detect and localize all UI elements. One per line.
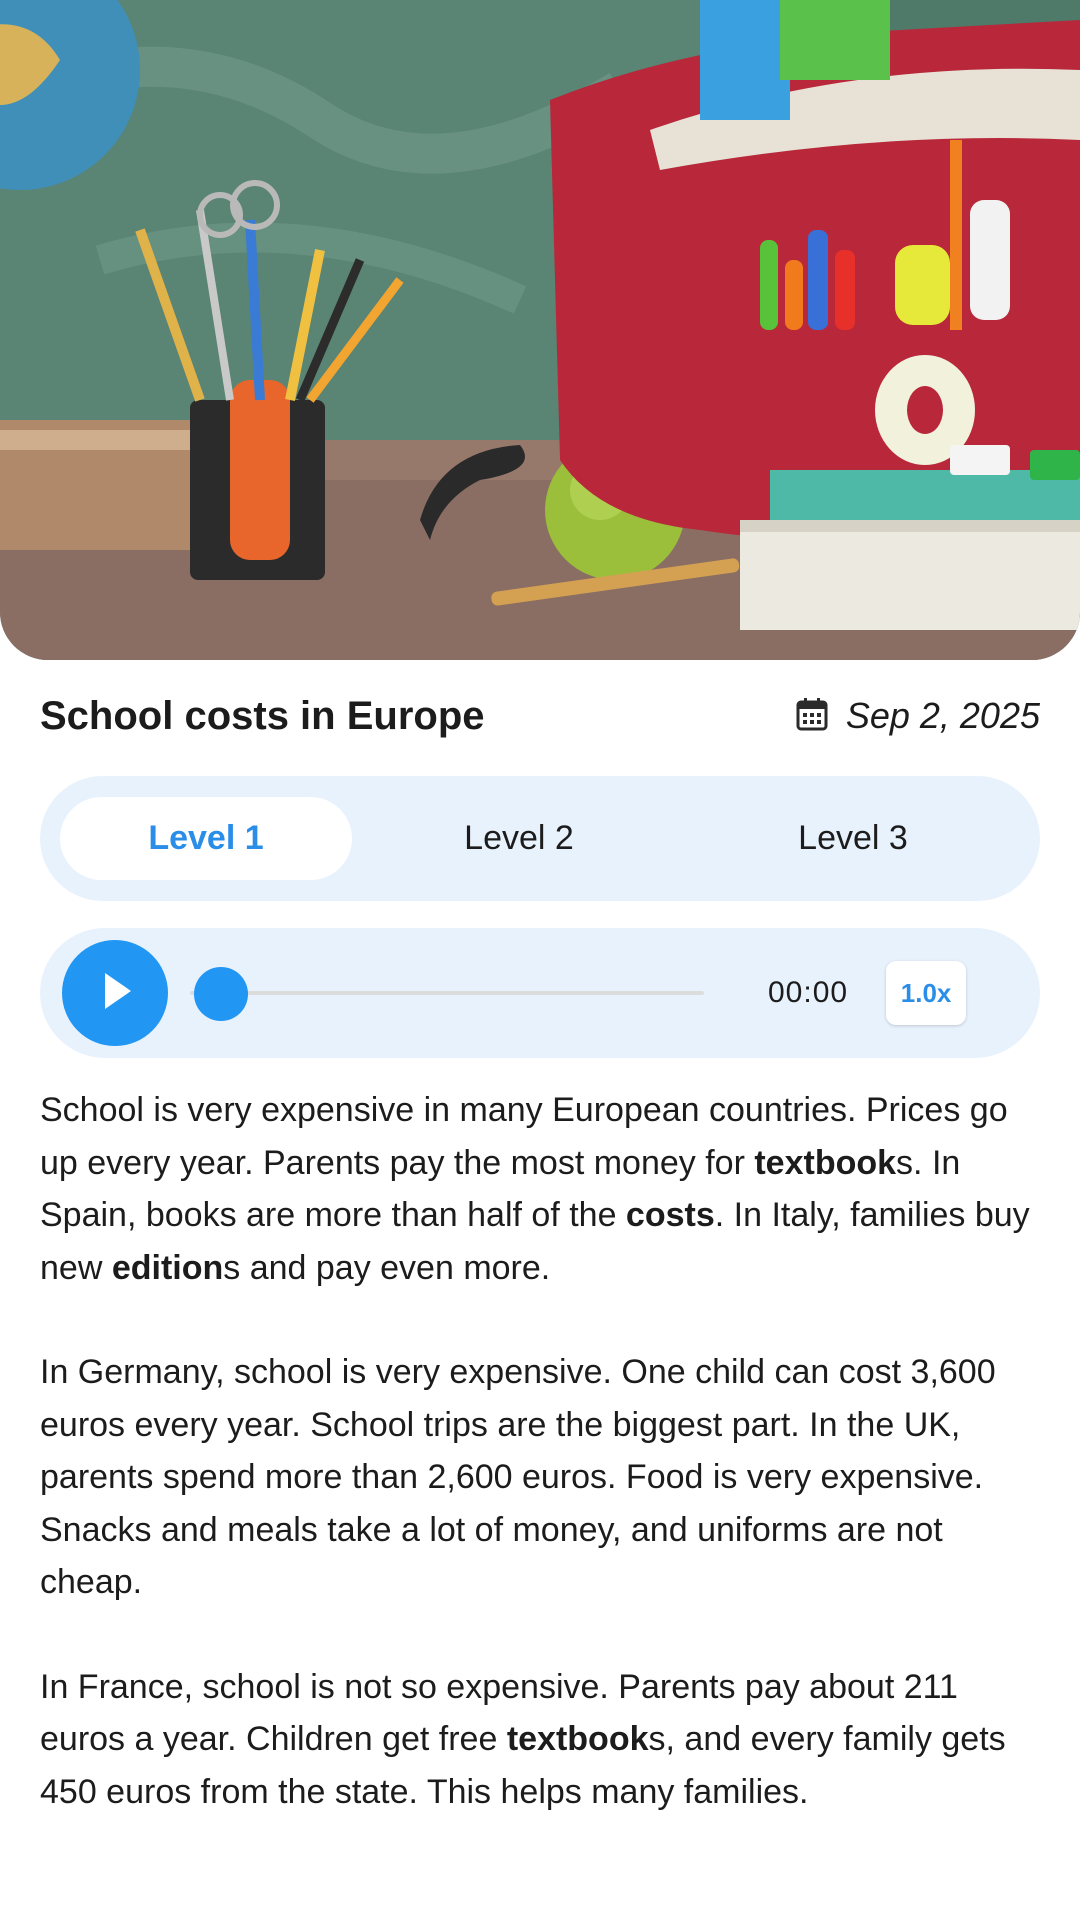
level-tab-1[interactable]: Level 1 [60, 797, 352, 880]
article-date: Sep 2, 2025 [845, 695, 1040, 736]
time-readout: 00:00 [768, 976, 849, 1009]
audio-player: 00:00 1.0x [40, 928, 1040, 1058]
speed-button[interactable]: 1.0x [886, 961, 967, 1025]
vocabulary-word[interactable]: costs [626, 1196, 715, 1234]
vocabulary-word[interactable]: edition [112, 1249, 223, 1287]
progress-knob[interactable] [194, 967, 248, 1021]
paragraph-text: In Germany, school is very expensive. On… [40, 1353, 996, 1601]
play-button[interactable] [62, 940, 168, 1046]
date-group: Sep 2, 2025 [796, 695, 1040, 737]
level-tab-3[interactable]: Level 3 [686, 797, 1020, 880]
level-tab-2[interactable]: Level 2 [352, 797, 686, 880]
article-paragraph: School is very expensive in many Europea… [40, 1084, 1050, 1294]
article-paragraph: In Germany, school is very expensive. On… [40, 1346, 1050, 1609]
calendar-icon [796, 697, 828, 736]
level-selector: Level 1 Level 2 Level 3 [40, 776, 1040, 901]
play-icon [95, 969, 135, 1018]
paragraph-text: s and pay even more. [223, 1248, 551, 1287]
article-body: School is very expensive in many Europea… [40, 1084, 1050, 1870]
article-paragraph: In France, school is not so expensive. P… [40, 1661, 1050, 1819]
article-title: School costs in Europe [40, 693, 485, 738]
hero-image [0, 0, 1080, 660]
vocabulary-word[interactable]: textbook [507, 1720, 649, 1758]
progress-slider[interactable] [190, 963, 704, 1023]
progress-track [190, 991, 704, 995]
vocabulary-word[interactable]: textbook [754, 1144, 896, 1182]
article-header: School costs in Europe Sep 2, 2025 [40, 686, 1040, 746]
